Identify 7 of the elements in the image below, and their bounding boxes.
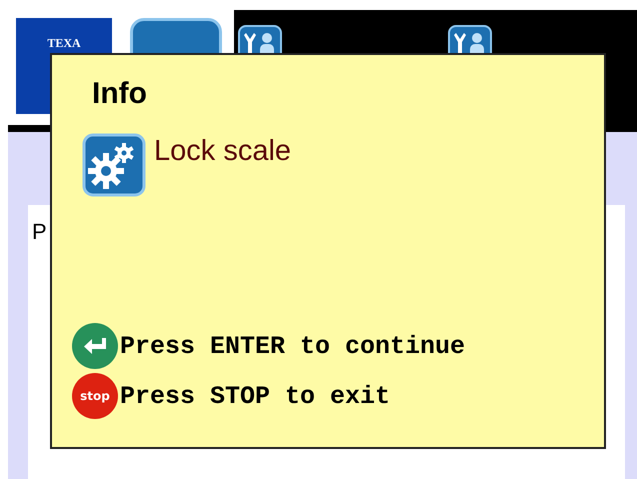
- panel-title: P: [32, 219, 47, 245]
- action-hint: Press ENTER to continue: [120, 332, 466, 360]
- action-hint: Press STOP to exit: [120, 382, 390, 410]
- enter-icon: [72, 323, 118, 369]
- gears-icon: [82, 133, 146, 197]
- stop-icon: stop: [72, 373, 118, 419]
- dialog-message: Lock scale: [154, 135, 292, 168]
